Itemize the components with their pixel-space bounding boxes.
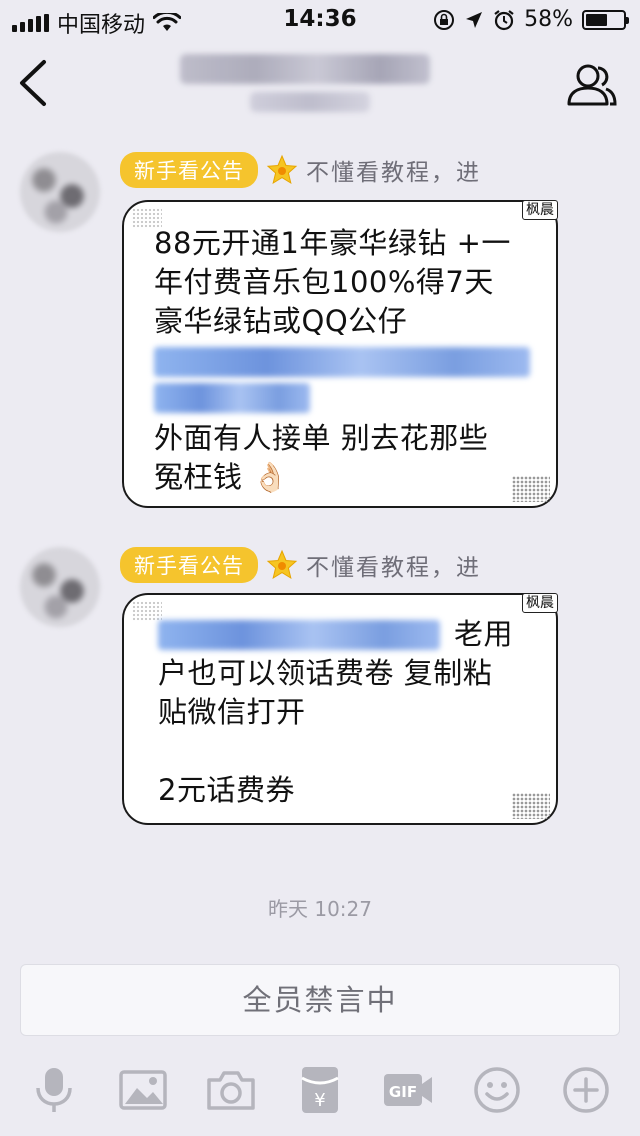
- nav-bar: [0, 40, 640, 132]
- message-line: 冤枉钱 👌🏻: [154, 460, 289, 494]
- message-line: 豪华绿钻或QQ公仔: [154, 304, 408, 338]
- rotation-lock-icon: [434, 9, 455, 30]
- svg-text:¥: ¥: [314, 1090, 325, 1111]
- plus-icon[interactable]: [558, 1062, 614, 1118]
- message-link-redacted[interactable]: [158, 619, 440, 650]
- gif-icon[interactable]: GIF: [380, 1062, 436, 1118]
- group-title-badge: 新手看公告: [120, 547, 258, 583]
- message-line: 户也可以领话费卷 复制粘: [158, 656, 493, 690]
- group-title-redacted: [180, 54, 430, 84]
- timestamp: 昨天 10:27: [268, 897, 372, 921]
- microphone-icon[interactable]: [26, 1062, 82, 1118]
- camera-icon[interactable]: [203, 1062, 259, 1118]
- group-title-badge: 新手看公告: [120, 152, 258, 188]
- chevron-left-icon[interactable]: [14, 56, 54, 110]
- location-icon: [466, 11, 483, 28]
- battery-level: [586, 13, 607, 26]
- message-line: 年付费音乐包100%得7天: [154, 265, 494, 299]
- avatar[interactable]: [20, 152, 100, 232]
- message-line: 88元开通1年豪华绿钻 +一: [154, 226, 511, 260]
- bubble-tag: 枫晨: [522, 593, 558, 613]
- battery-percent: 58%: [524, 7, 573, 32]
- message-line: 老用: [454, 617, 514, 651]
- message-link-redacted[interactable]: [154, 383, 310, 413]
- message-input-disabled[interactable]: 全员禁言中: [20, 964, 620, 1036]
- svg-text:GIF: GIF: [389, 1083, 417, 1101]
- message-bubble[interactable]: 枫晨 老用 户也可以领话费卷 复制粘 贴微信打开 2元话费券: [122, 593, 558, 825]
- alarm-icon: [494, 9, 514, 30]
- message-line: 2元话费券: [158, 773, 295, 807]
- bubble-tag: 枫晨: [522, 200, 558, 220]
- sender-name: 不懂看教程，进: [306, 555, 481, 581]
- group-subtitle-redacted: [250, 92, 370, 112]
- message-line: 贴微信打开: [158, 695, 306, 729]
- message-link-redacted[interactable]: [154, 347, 530, 377]
- status-bar: 中国移动 14:36 58%: [0, 0, 640, 40]
- sender-name: 不懂看教程，进: [306, 160, 481, 186]
- group-members-icon[interactable]: [566, 62, 618, 108]
- message-bubble[interactable]: 枫晨 88元开通1年豪华绿钻 +一 年付费音乐包100%得7天 豪华绿钻或QQ公…: [122, 200, 558, 508]
- star-icon: [266, 549, 298, 580]
- message-line: 外面有人接单 别去花那些: [154, 421, 489, 455]
- input-toolbar: ¥ GIF: [0, 1056, 640, 1120]
- image-icon[interactable]: [115, 1062, 171, 1118]
- red-packet-icon[interactable]: ¥: [292, 1062, 348, 1118]
- emoji-icon[interactable]: [469, 1062, 525, 1118]
- star-icon: [266, 154, 298, 185]
- avatar[interactable]: [20, 547, 100, 627]
- battery-icon: [582, 9, 629, 30]
